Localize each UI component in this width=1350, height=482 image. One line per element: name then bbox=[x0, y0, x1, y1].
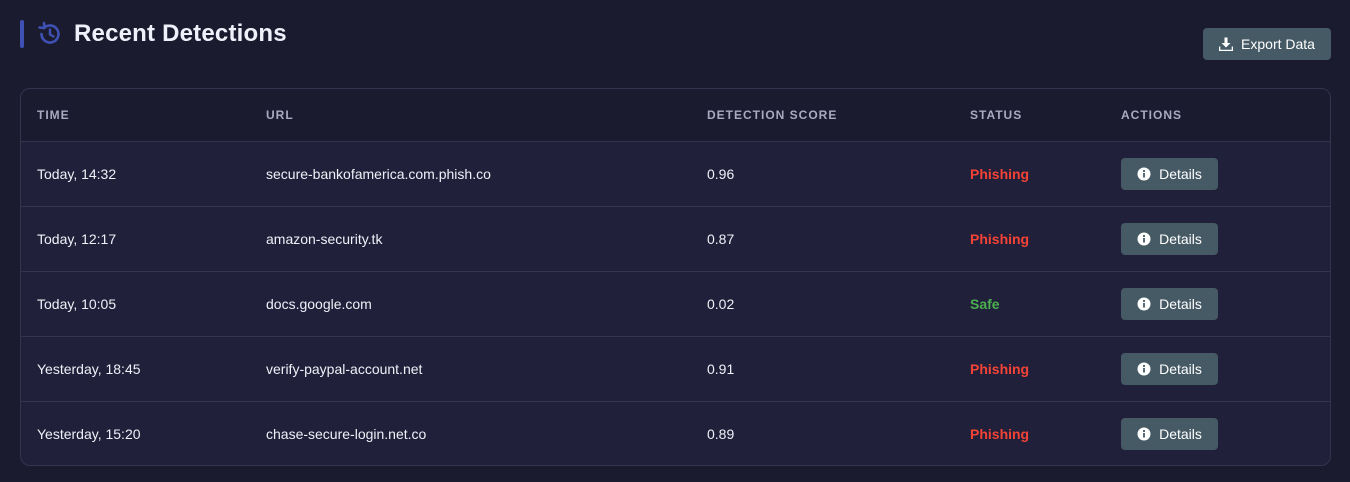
column-header-status[interactable]: STATUS bbox=[954, 89, 1105, 142]
url-cell: secure-bankofamerica.com.phish.co bbox=[266, 165, 491, 182]
details-label: Details bbox=[1159, 360, 1202, 377]
details-label: Details bbox=[1159, 230, 1202, 247]
status-badge: Phishing bbox=[970, 165, 1030, 182]
column-header-actions: ACTIONS bbox=[1105, 89, 1330, 142]
time-cell: Today, 12:17 bbox=[37, 230, 117, 247]
url-cell: chase-secure-login.net.co bbox=[266, 425, 427, 442]
details-label: Details bbox=[1159, 425, 1202, 442]
score-cell: 0.91 bbox=[707, 360, 735, 377]
status-badge: Phishing bbox=[970, 360, 1030, 377]
status-badge: Safe bbox=[970, 295, 1000, 312]
detections-table: TIME URL DETECTION SCORE STATUS ACTIONS … bbox=[21, 89, 1330, 465]
details-button[interactable]: Details bbox=[1121, 417, 1218, 450]
url-cell: amazon-security.tk bbox=[266, 230, 383, 247]
column-header-detection-score[interactable]: DETECTION SCORE bbox=[691, 89, 954, 142]
time-cell: Yesterday, 15:20 bbox=[37, 425, 141, 442]
table-row: Yesterday, 15:20 chase-secure-login.net.… bbox=[21, 401, 1330, 465]
table-row: Today, 14:32 secure-bankofamerica.com.ph… bbox=[21, 141, 1330, 206]
info-icon bbox=[1137, 362, 1151, 376]
url-cell: verify-paypal-account.net bbox=[266, 360, 423, 377]
page-header: Recent Detections Export Data bbox=[20, 18, 1331, 62]
page-title: Recent Detections bbox=[74, 20, 287, 47]
column-header-time[interactable]: TIME bbox=[21, 89, 250, 142]
column-header-url[interactable]: URL bbox=[250, 89, 691, 142]
info-icon bbox=[1137, 232, 1151, 246]
title-accent-bar bbox=[20, 20, 24, 48]
info-icon bbox=[1137, 167, 1151, 181]
table-row: Today, 10:05 docs.google.com 0.02 Safe D… bbox=[21, 271, 1330, 336]
history-icon bbox=[36, 21, 62, 47]
export-data-label: Export Data bbox=[1241, 36, 1315, 52]
actions-cell: Details bbox=[1105, 401, 1330, 465]
score-cell: 0.96 bbox=[707, 165, 735, 182]
info-icon bbox=[1137, 297, 1151, 311]
info-icon bbox=[1137, 427, 1151, 441]
score-cell: 0.02 bbox=[707, 295, 735, 312]
status-badge: Phishing bbox=[970, 230, 1030, 247]
details-button[interactable]: Details bbox=[1121, 157, 1218, 190]
score-cell: 0.87 bbox=[707, 230, 735, 247]
url-cell: docs.google.com bbox=[266, 295, 372, 312]
actions-cell: Details bbox=[1105, 271, 1330, 336]
detections-table-card: TIME URL DETECTION SCORE STATUS ACTIONS … bbox=[20, 88, 1331, 466]
table-header-row: TIME URL DETECTION SCORE STATUS ACTIONS bbox=[21, 89, 1330, 142]
actions-cell: Details bbox=[1105, 141, 1330, 206]
export-data-button[interactable]: Export Data bbox=[1203, 28, 1331, 60]
title-group: Recent Detections bbox=[20, 18, 287, 50]
actions-cell: Details bbox=[1105, 206, 1330, 271]
status-badge: Phishing bbox=[970, 425, 1030, 442]
details-label: Details bbox=[1159, 165, 1202, 182]
time-cell: Yesterday, 18:45 bbox=[37, 360, 141, 377]
table-row: Yesterday, 18:45 verify-paypal-account.n… bbox=[21, 336, 1330, 401]
details-label: Details bbox=[1159, 295, 1202, 312]
table-row: Today, 12:17 amazon-security.tk 0.87 Phi… bbox=[21, 206, 1330, 271]
score-cell: 0.89 bbox=[707, 425, 735, 442]
details-button[interactable]: Details bbox=[1121, 222, 1218, 255]
download-icon bbox=[1218, 37, 1234, 52]
details-button[interactable]: Details bbox=[1121, 287, 1218, 320]
actions-cell: Details bbox=[1105, 336, 1330, 401]
details-button[interactable]: Details bbox=[1121, 352, 1218, 385]
time-cell: Today, 10:05 bbox=[37, 295, 117, 312]
time-cell: Today, 14:32 bbox=[37, 165, 117, 182]
